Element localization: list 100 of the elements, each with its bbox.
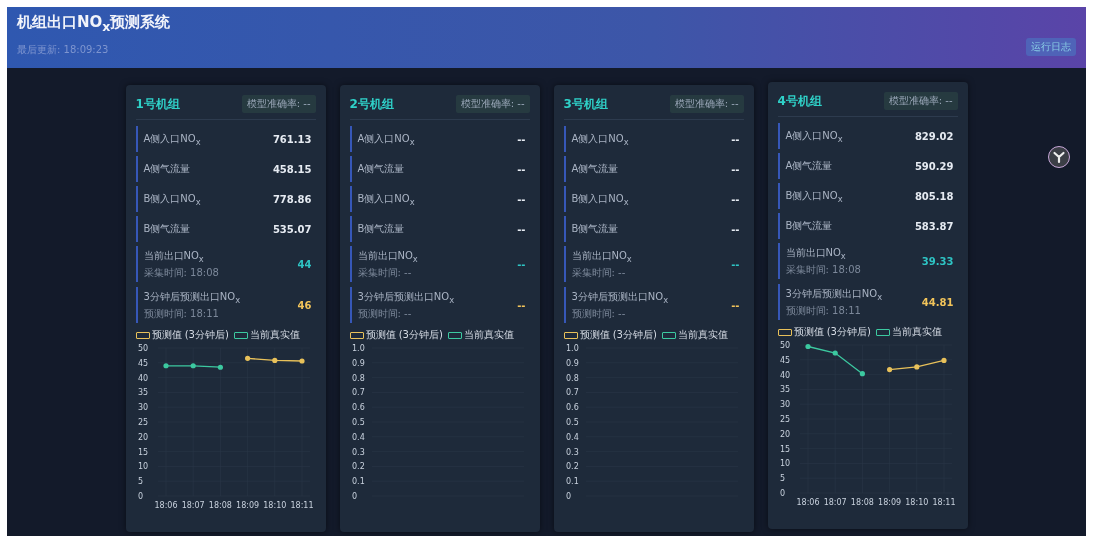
y-tick-label: 0	[351, 492, 357, 501]
y-tick-label: 40	[779, 370, 790, 380]
metric-label: 3分钟后预测出口NO$_{x}$	[571, 289, 669, 305]
y-tick-label: 35	[137, 388, 148, 398]
metric-value: --	[517, 223, 526, 235]
y-tick-label: 0.1	[565, 477, 579, 487]
y-tick-label: 5	[779, 474, 785, 484]
accuracy-badge: 模型准确率: --	[669, 95, 744, 113]
unit-title: 2号机组	[349, 95, 394, 113]
y-tick-label: 0.6	[565, 403, 579, 413]
legend-label: 当前真实值	[249, 328, 300, 342]
data-point	[162, 363, 169, 369]
accuracy-badge: 模型准确率: --	[241, 95, 316, 113]
metric-time: 预测时间: --	[357, 306, 413, 321]
metric-label: B侧入口NO$_{x}$	[143, 191, 201, 207]
x-tick-label: 18:06	[795, 498, 820, 507]
metric-value: 44.81	[921, 296, 954, 308]
metric-value: --	[517, 163, 526, 175]
legend-label: 当前真实值	[677, 328, 728, 342]
y-tick-label: 0.4	[351, 432, 365, 442]
y-tick-label: 50	[779, 341, 790, 350]
y-tick-label: 10	[137, 462, 148, 472]
y-tick-label: 40	[137, 373, 148, 383]
metric-value: --	[517, 193, 526, 205]
y-tick-label: 0.2	[565, 462, 579, 472]
legend-label: 预测值 (3分钟后)	[365, 328, 443, 342]
y-tick-label: 0.9	[351, 358, 365, 368]
data-point	[940, 357, 947, 363]
legend-label: 预测值 (3分钟后)	[793, 325, 871, 339]
data-point	[271, 357, 277, 364]
metric-label: B侧入口NO$_{x}$	[357, 191, 415, 207]
x-tick-label: 18:06	[153, 501, 178, 510]
y-tick-label: 0.8	[565, 373, 579, 383]
metric-label: 3分钟后预测出口NO$_{x}$	[143, 289, 241, 305]
metric-time: 预测时间: 18:11	[785, 303, 862, 318]
unit-title: 4号机组	[777, 92, 822, 110]
data-point	[832, 350, 838, 356]
data-point	[886, 366, 892, 373]
y-tick-label: 0.5	[351, 418, 365, 427]
data-point	[190, 363, 196, 369]
metric-value: --	[517, 299, 526, 311]
metric-label: B侧气流量	[357, 222, 405, 236]
metric-label: 当前出口NO$_{x}$	[785, 245, 847, 261]
metric-label: A侧入口NO$_{x}$	[143, 131, 201, 147]
legend-item[interactable]: 预测值 (3分钟后)	[349, 328, 443, 342]
y-tick-label: 35	[779, 385, 790, 395]
y-tick-label: 45	[137, 358, 148, 368]
y-tick-label: 30	[779, 400, 790, 410]
unit-title: 3号机组	[563, 95, 608, 113]
x-tick-label: 18:10	[262, 501, 286, 510]
x-tick-label: 18:09	[235, 501, 259, 510]
x-tick-label: 18:11	[289, 501, 314, 510]
y-tick-label: 1.0	[565, 344, 579, 353]
y-tick-label: 0	[779, 489, 785, 498]
legend-item[interactable]: 当前真实值	[875, 325, 942, 339]
y-tick-label: 30	[137, 403, 148, 413]
y-tick-label: 0.6	[351, 403, 365, 413]
data-point	[244, 355, 250, 361]
metric-value: 39.33	[921, 255, 954, 267]
y-tick-label: 0.8	[351, 373, 365, 383]
metric-time: 采集时间: --	[571, 265, 627, 280]
metric-label: 3分钟后预测出口NO$_{x}$	[785, 286, 883, 302]
legend-item[interactable]: 预测值 (3分钟后)	[563, 328, 657, 342]
x-tick-label: 18:09	[877, 498, 901, 507]
metric-label: 当前出口NO$_{x}$	[571, 248, 632, 264]
floating-action-button[interactable]	[1048, 146, 1070, 168]
legend-item[interactable]: 当前真实值	[233, 328, 300, 342]
metric-label: A侧气流量	[785, 159, 833, 173]
y-tick-label: 45	[779, 355, 790, 365]
metric-label: B侧入口NO$_{x}$	[571, 191, 629, 207]
y-tick-label: 5	[137, 477, 143, 487]
data-point	[804, 343, 811, 350]
metric-value: --	[731, 193, 740, 205]
metric-label: A侧入口NO$_{x}$	[571, 131, 629, 147]
x-tick-label: 18:07	[823, 498, 847, 507]
unit-title: 1号机组	[135, 95, 180, 113]
metric-value: 535.07	[272, 223, 312, 235]
trident-icon	[1052, 150, 1066, 164]
metric-value: 590.29	[914, 160, 954, 172]
metric-label: B侧气流量	[571, 222, 619, 236]
metric-time: 采集时间: --	[357, 265, 413, 280]
metric-label: B侧气流量	[143, 222, 191, 236]
metric-label: B侧入口NO$_{x}$	[785, 188, 843, 204]
metric-value: --	[731, 299, 740, 311]
metric-value: 458.15	[272, 163, 312, 175]
x-tick-label: 18:07	[181, 501, 205, 510]
legend-item[interactable]: 预测值 (3分钟后)	[777, 325, 871, 339]
x-tick-label: 18:08	[208, 501, 232, 510]
legend-item[interactable]: 预测值 (3分钟后)	[135, 328, 229, 342]
legend-item[interactable]: 当前真实值	[447, 328, 514, 342]
y-tick-label: 20	[779, 429, 790, 439]
metric-label: 3分钟后预测出口NO$_{x}$	[357, 289, 455, 305]
legend-item[interactable]: 当前真实值	[661, 328, 728, 342]
page-title: 机组出口NO$_{x}$预测系统	[17, 13, 171, 34]
metric-label: 当前出口NO$_{x}$	[357, 248, 418, 264]
metric-label: A侧气流量	[143, 162, 191, 176]
y-tick-label: 0.1	[351, 477, 365, 487]
data-point	[217, 364, 223, 370]
data-point	[298, 358, 305, 364]
metric-value: --	[731, 163, 740, 175]
